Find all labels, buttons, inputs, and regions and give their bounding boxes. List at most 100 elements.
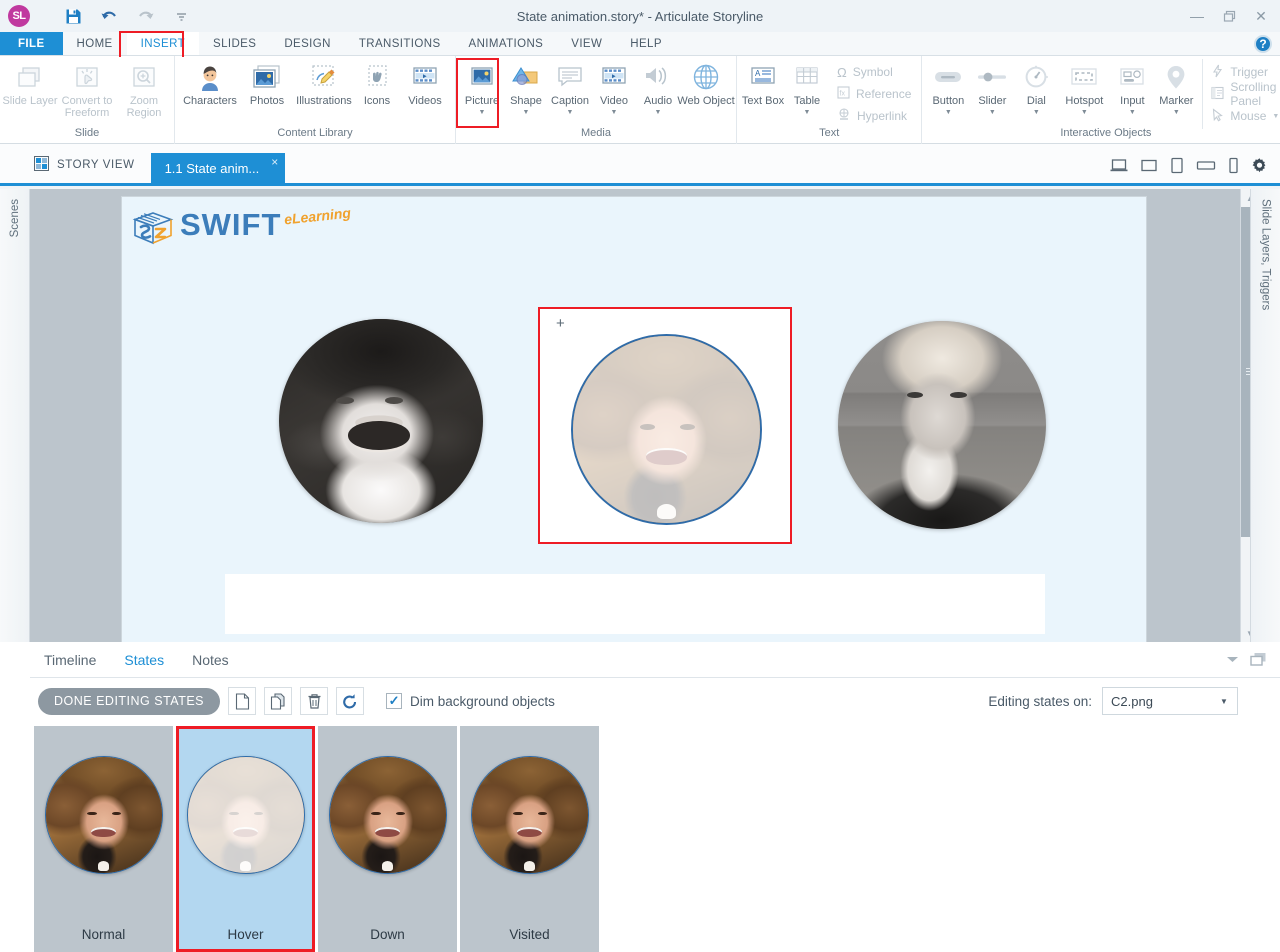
state-card-visited[interactable]: Visited (460, 726, 599, 952)
tab-help[interactable]: HELP (616, 32, 676, 55)
story-view-button[interactable]: STORY VIEW (0, 147, 151, 183)
state-label: Visited (509, 927, 550, 942)
new-state-button[interactable] (228, 687, 257, 715)
help-icon[interactable]: ? (1254, 35, 1272, 53)
tablet-portrait-icon[interactable] (1170, 157, 1184, 174)
slide-canvas[interactable]: SWIFT eLearning + (30, 189, 1228, 642)
chevron-down-icon[interactable] (1226, 655, 1239, 664)
minimize-button[interactable]: — (1182, 3, 1212, 29)
tab-design[interactable]: DESIGN (270, 32, 345, 55)
tab-slides[interactable]: SLIDES (199, 32, 270, 55)
editing-states-on-group: Editing states on: C2.png ▼ (988, 687, 1280, 715)
editing-target-dropdown[interactable]: C2.png ▼ (1102, 687, 1238, 715)
reset-state-button[interactable] (336, 687, 365, 715)
duplicate-state-button[interactable] (264, 687, 293, 715)
laptop-icon[interactable] (1110, 158, 1128, 173)
state-card-down[interactable]: Down (318, 726, 457, 952)
delete-state-button[interactable] (300, 687, 329, 715)
chevron-down-icon[interactable]: ▼ (611, 108, 618, 117)
slide-white-band (225, 574, 1045, 634)
photos-button[interactable]: Photos (241, 59, 293, 107)
gear-icon[interactable] (1251, 157, 1268, 174)
video-button[interactable]: Video ▼ (592, 59, 636, 117)
chevron-down-icon[interactable]: ▼ (479, 108, 486, 117)
dial-button[interactable]: Dial ▼ (1014, 59, 1058, 117)
illustrations-button[interactable]: Illustrations (293, 59, 355, 107)
photo-boy-ice-cream[interactable] (838, 321, 1046, 529)
tab-states[interactable]: States (110, 652, 178, 668)
chevron-down-icon[interactable]: ▼ (989, 108, 996, 117)
picture-button[interactable]: Picture ▼ (460, 59, 504, 117)
chevron-down-icon[interactable]: ▼ (523, 108, 530, 117)
icons-button[interactable]: Icons (355, 59, 399, 107)
scrolling-panel-button[interactable]: Scrolling Panel (1205, 80, 1280, 108)
photo-girl-laughing[interactable] (279, 319, 483, 523)
tab-home[interactable]: HOME (63, 32, 127, 55)
selection-box[interactable]: + (538, 307, 792, 544)
convert-freeform-icon (72, 61, 102, 95)
close-icon[interactable]: × (271, 155, 278, 169)
scenes-panel-tab[interactable]: Scenes (0, 189, 30, 642)
state-card-hover[interactable]: Hover (176, 726, 315, 952)
hyperlink-label: Hyperlink (857, 109, 908, 123)
slider-button[interactable]: Slider ▼ (970, 59, 1014, 117)
characters-button[interactable]: Characters (179, 59, 241, 107)
tablet-landscape-icon[interactable] (1196, 159, 1216, 172)
tab-file[interactable]: FILE (0, 32, 63, 55)
videos-button[interactable]: Videos (399, 59, 451, 107)
chevron-down-icon[interactable]: ▼ (655, 108, 662, 117)
chevron-down-icon[interactable]: ▼ (1081, 108, 1088, 117)
input-button[interactable]: Input ▼ (1110, 59, 1154, 117)
chevron-down-icon[interactable]: ▼ (1272, 113, 1279, 120)
undo-icon[interactable] (98, 5, 120, 27)
chevron-down-icon[interactable]: ▼ (1173, 108, 1180, 117)
selection-handle-icon[interactable]: + (556, 316, 565, 331)
convert-freeform-button[interactable]: Convert to Freeform (56, 59, 118, 119)
reference-icon: fx (837, 86, 850, 102)
monitor-icon[interactable] (1140, 158, 1158, 173)
shape-button[interactable]: Shape ▼ (504, 59, 548, 117)
app-logo-icon[interactable]: SL (8, 5, 30, 27)
dim-background-checkbox[interactable]: ✓ Dim background objects (386, 693, 555, 709)
reference-button[interactable]: fx Reference (831, 83, 917, 105)
audio-button[interactable]: Audio ▼ (636, 59, 680, 117)
tab-notes[interactable]: Notes (178, 652, 243, 668)
web-object-button[interactable]: Web Object (677, 59, 735, 107)
restore-window-icon[interactable] (1249, 651, 1268, 668)
slide-layer-button[interactable]: Slide Layer (2, 59, 58, 107)
marker-button[interactable]: Marker ▼ (1154, 59, 1198, 117)
symbol-button[interactable]: Ω Symbol (831, 61, 917, 83)
hyperlink-button[interactable]: Hyperlink (831, 105, 917, 127)
slide-surface[interactable]: SWIFT eLearning + (122, 197, 1146, 642)
slide-tab-1-1[interactable]: 1.1 State anim... × (150, 153, 286, 183)
story-view-label: STORY VIEW (57, 159, 135, 171)
chevron-down-icon[interactable]: ▼ (804, 108, 811, 117)
mouse-button[interactable]: Mouse ▼ (1205, 105, 1280, 127)
chevron-down-icon[interactable] (170, 5, 192, 27)
close-button[interactable]: ✕ (1246, 3, 1276, 29)
restore-button[interactable] (1214, 3, 1244, 29)
table-button[interactable]: Table ▼ (785, 59, 829, 117)
slide-layers-triggers-panel-tab[interactable]: Slide Layers, Triggers (1250, 189, 1280, 642)
state-card-normal[interactable]: Normal (34, 726, 173, 952)
redo-icon[interactable] (134, 5, 156, 27)
chevron-down-icon[interactable]: ▼ (1033, 108, 1040, 117)
audio-icon (643, 61, 673, 95)
chevron-down-icon[interactable]: ▼ (567, 108, 574, 117)
tab-timeline[interactable]: Timeline (30, 652, 110, 668)
tab-transitions[interactable]: TRANSITIONS (345, 32, 455, 55)
done-editing-states-button[interactable]: DONE EDITING STATES (38, 687, 221, 715)
chevron-down-icon[interactable]: ▼ (1211, 688, 1237, 714)
chevron-down-icon[interactable]: ▼ (1129, 108, 1136, 117)
phone-icon[interactable] (1228, 157, 1239, 174)
caption-button[interactable]: Caption ▼ (548, 59, 592, 117)
chevron-down-icon[interactable]: ▼ (945, 108, 952, 117)
tab-insert[interactable]: INSERT (126, 32, 199, 55)
tab-view[interactable]: VIEW (557, 32, 616, 55)
zoom-region-button[interactable]: Zoom Region (118, 59, 170, 119)
photo-girl-curly-selected[interactable] (571, 334, 762, 525)
hotspot-button[interactable]: Hotspot ▼ (1058, 59, 1110, 117)
tab-animations[interactable]: ANIMATIONS (455, 32, 558, 55)
save-icon[interactable] (62, 5, 84, 27)
button-button[interactable]: Button ▼ (926, 59, 970, 117)
